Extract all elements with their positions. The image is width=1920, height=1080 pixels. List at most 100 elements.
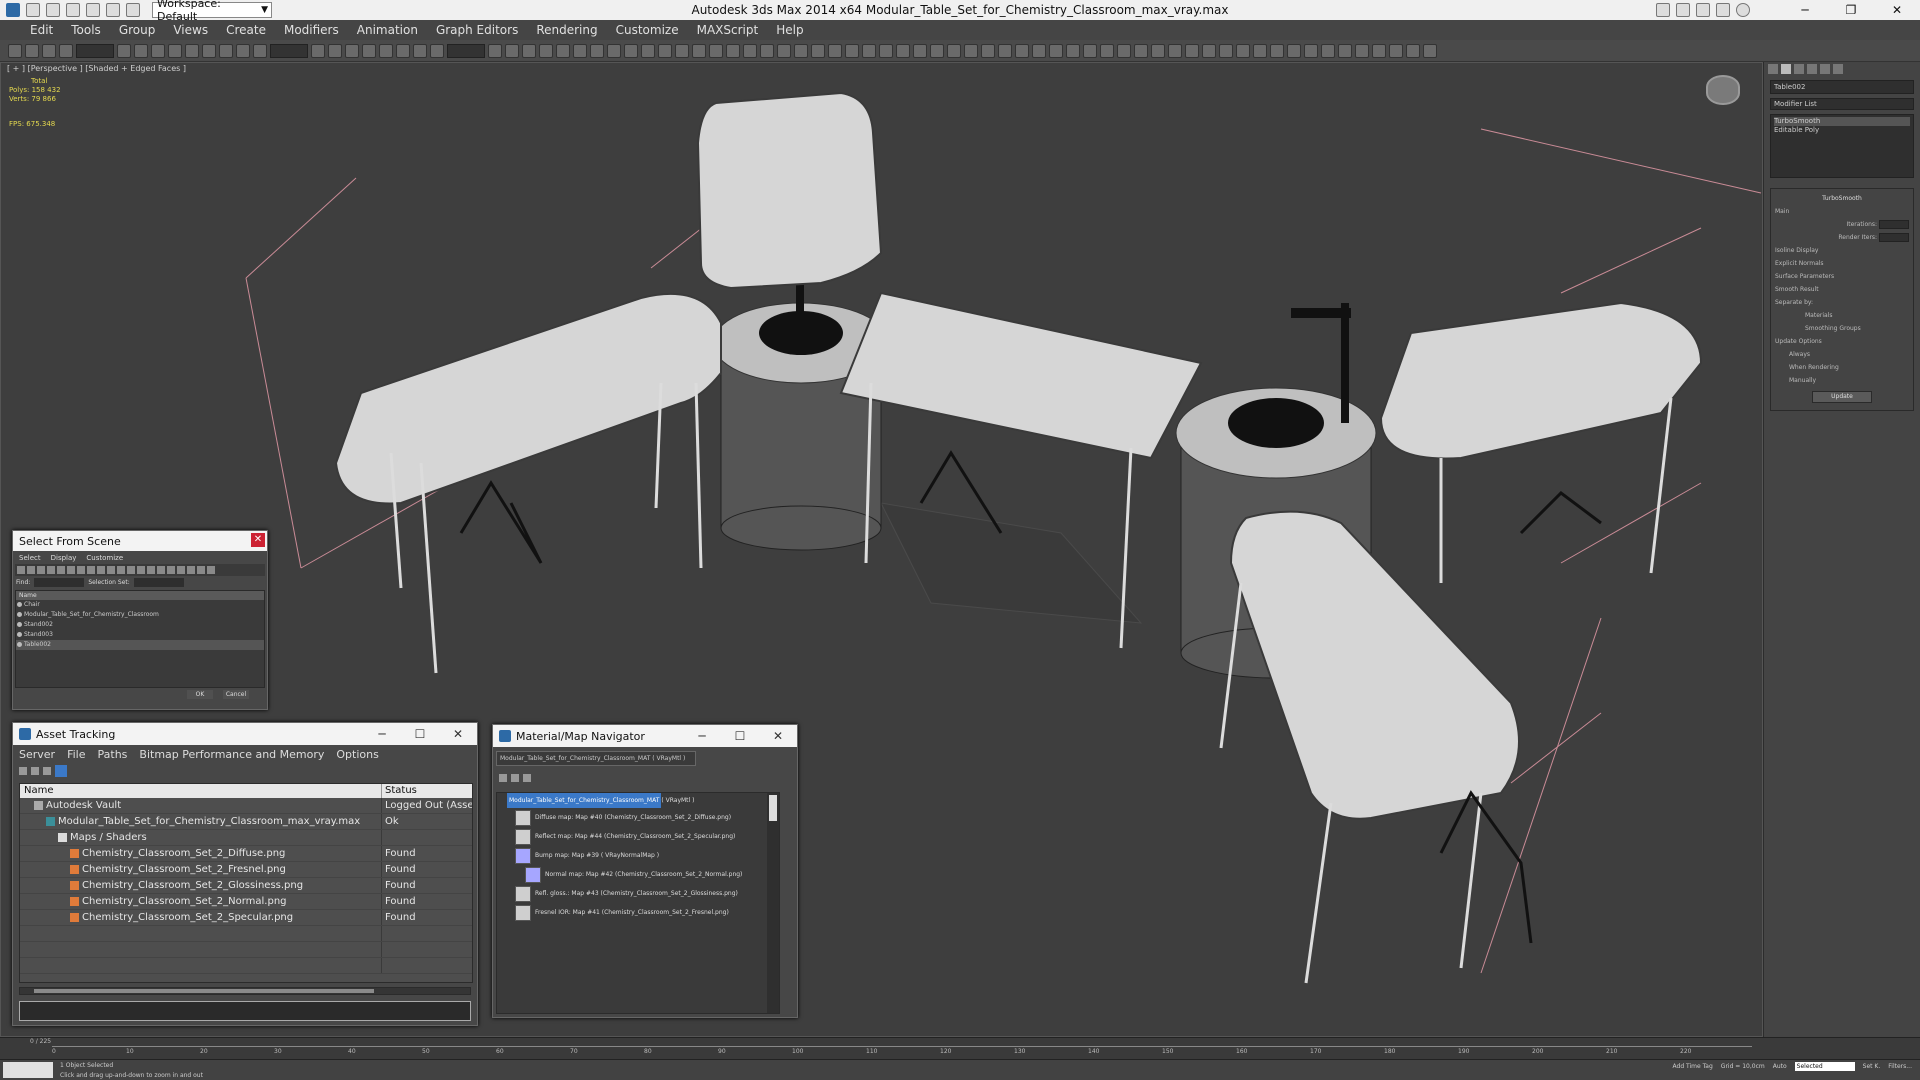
- communication-icon[interactable]: [1696, 3, 1710, 17]
- table-view-icon[interactable]: [43, 767, 51, 775]
- toolbar-tool-icon[interactable]: [828, 43, 842, 58]
- toolbar-tool-icon[interactable]: [117, 43, 131, 58]
- minimize-icon[interactable]: ─: [1782, 0, 1828, 20]
- filter-icon[interactable]: [47, 566, 55, 574]
- viewport-label[interactable]: [ + ] [Perspective ] [Shaded + Edged Fac…: [7, 64, 186, 73]
- close-icon[interactable]: ✕: [759, 725, 797, 747]
- toolbar-tool-icon[interactable]: [413, 43, 427, 58]
- toolbar-tool-icon[interactable]: [1168, 43, 1182, 58]
- minimize-icon[interactable]: ─: [363, 723, 401, 745]
- toolbar-tool-icon[interactable]: [726, 43, 740, 58]
- update-button[interactable]: Update: [1812, 391, 1872, 403]
- track-bar[interactable]: 0 10 20 30 40 50 60 70 80 90 100 110 120 130 140 150 160…: [52, 1046, 1752, 1058]
- toolbar-tool-icon[interactable]: [743, 43, 757, 58]
- view-list-icon[interactable]: [499, 774, 507, 782]
- filter-icon[interactable]: [107, 566, 115, 574]
- display-tab-icon[interactable]: [1820, 64, 1830, 74]
- menu-create[interactable]: Create: [226, 23, 266, 37]
- time-slider[interactable]: 0 / 225 0 10 20 30 40 50 60 70 80 90 100 110 120 130 1…: [0, 1037, 1920, 1059]
- maximize-icon[interactable]: ☐: [401, 723, 439, 745]
- material-root-item[interactable]: Modular_Table_Set_for_Chemistry_Classroo…: [497, 793, 779, 808]
- toolbar-tool-icon[interactable]: [1049, 43, 1063, 58]
- project-folder-icon[interactable]: [126, 3, 140, 17]
- menu-rendering[interactable]: Rendering: [536, 23, 597, 37]
- render-iters-spinner[interactable]: [1879, 233, 1909, 242]
- status-column-header[interactable]: Status: [382, 784, 417, 798]
- table-row[interactable]: Chemistry_Classroom_Set_2_Glossiness.png…: [20, 878, 472, 894]
- select-link-icon[interactable]: [8, 43, 22, 58]
- toolbar-tool-icon[interactable]: [1032, 43, 1046, 58]
- vertical-scrollbar[interactable]: [767, 793, 779, 1013]
- toolbar-tool-icon[interactable]: [624, 43, 638, 58]
- toolbar-tool-icon[interactable]: [930, 43, 944, 58]
- filter-icon[interactable]: [117, 566, 125, 574]
- toolbar-tool-icon[interactable]: [1304, 43, 1318, 58]
- toolbar-tool-icon[interactable]: [794, 43, 808, 58]
- toolbar-tool-icon[interactable]: [811, 43, 825, 58]
- toolbar-tool-icon[interactable]: [345, 43, 359, 58]
- toolbar-tool-icon[interactable]: [1236, 43, 1250, 58]
- toolbar-tool-icon[interactable]: [998, 43, 1012, 58]
- iterations-spinner[interactable]: [1879, 220, 1909, 229]
- asset-path-input[interactable]: [19, 1001, 471, 1021]
- object-name-field[interactable]: Table002: [1770, 80, 1914, 94]
- toolbar-tool-icon[interactable]: [1066, 43, 1080, 58]
- scene-object-list[interactable]: Name Chair Modular_Table_Set_for_Chemist…: [15, 590, 265, 688]
- at-menu-options[interactable]: Options: [336, 748, 378, 761]
- help-icon[interactable]: [1736, 3, 1750, 17]
- material-map-item[interactable]: Refl. gloss.: Map #43 (Chemistry_Classro…: [497, 884, 779, 903]
- at-menu-server[interactable]: Server: [19, 748, 55, 761]
- smoothing-groups-checkbox[interactable]: Smoothing Groups: [1775, 322, 1909, 335]
- name-column-header[interactable]: Name: [20, 784, 382, 798]
- create-tab-icon[interactable]: [1768, 64, 1778, 74]
- toolbar-tool-icon[interactable]: [488, 43, 502, 58]
- toolbar-tool-icon[interactable]: [658, 43, 672, 58]
- toolbar-tool-icon[interactable]: [447, 43, 485, 58]
- filter-icon[interactable]: [67, 566, 75, 574]
- menu-modifiers[interactable]: Modifiers: [284, 23, 339, 37]
- toolbar-tool-icon[interactable]: [151, 43, 165, 58]
- motion-tab-icon[interactable]: [1807, 64, 1817, 74]
- cancel-button[interactable]: Cancel: [223, 690, 249, 699]
- toolbar-tool-icon[interactable]: [236, 43, 250, 58]
- key-filters-button[interactable]: Filters...: [1888, 1063, 1912, 1070]
- toolbar-tool-icon[interactable]: [59, 43, 73, 58]
- scrollbar-thumb[interactable]: [769, 795, 777, 821]
- binoculars-icon[interactable]: [1656, 3, 1670, 17]
- toolbar-tool-icon[interactable]: [777, 43, 791, 58]
- menu-customize[interactable]: Customize: [616, 23, 679, 37]
- menu-group[interactable]: Group: [119, 23, 156, 37]
- toolbar-tool-icon[interactable]: [760, 43, 774, 58]
- when-rendering-radio[interactable]: When Rendering: [1775, 361, 1909, 374]
- close-icon[interactable]: ✕: [251, 533, 265, 547]
- frame-counter[interactable]: 0 / 225: [30, 1038, 51, 1045]
- material-map-item[interactable]: Fresnel IOR: Map #41 (Chemistry_Classroo…: [497, 903, 779, 922]
- toolbar-tool-icon[interactable]: [675, 43, 689, 58]
- find-input[interactable]: [34, 577, 85, 587]
- view-large-icons-icon[interactable]: [523, 774, 531, 782]
- minimize-icon[interactable]: ─: [683, 725, 721, 747]
- toolbar-tool-icon[interactable]: [270, 43, 308, 58]
- menu-edit[interactable]: Edit: [30, 23, 53, 37]
- filter-icon[interactable]: [147, 566, 155, 574]
- materials-checkbox[interactable]: Materials: [1775, 309, 1909, 322]
- filter-icon[interactable]: [57, 566, 65, 574]
- toolbar-tool-icon[interactable]: [845, 43, 859, 58]
- toolbar-tool-icon[interactable]: [76, 43, 114, 58]
- toolbar-tool-icon[interactable]: [219, 43, 233, 58]
- menu-graph-editors[interactable]: Graph Editors: [436, 23, 518, 37]
- material-map-item[interactable]: Diffuse map: Map #40 (Chemistry_Classroo…: [497, 808, 779, 827]
- maximize-icon[interactable]: ☐: [721, 725, 759, 747]
- filter-icon[interactable]: [87, 566, 95, 574]
- new-file-icon[interactable]: [26, 3, 40, 17]
- material-tree[interactable]: Modular_Table_Set_for_Chemistry_Classroo…: [496, 792, 780, 1014]
- material-map-item[interactable]: Bump map: Map #39 ( VRayNormalMap ): [497, 846, 779, 865]
- sfs-menu-select[interactable]: Select: [19, 554, 41, 562]
- workspace-dropdown[interactable]: Workspace: Default ▼: [152, 0, 272, 23]
- maxscript-listener[interactable]: [3, 1062, 53, 1078]
- toolbar-tool-icon[interactable]: [539, 43, 553, 58]
- material-name-field[interactable]: Modular_Table_Set_for_Chemistry_Classroo…: [496, 751, 696, 766]
- material-navigator-titlebar[interactable]: Material/Map Navigator ─ ☐ ✕: [493, 725, 797, 747]
- filter-icon[interactable]: [207, 566, 215, 574]
- toolbar-tool-icon[interactable]: [1117, 43, 1131, 58]
